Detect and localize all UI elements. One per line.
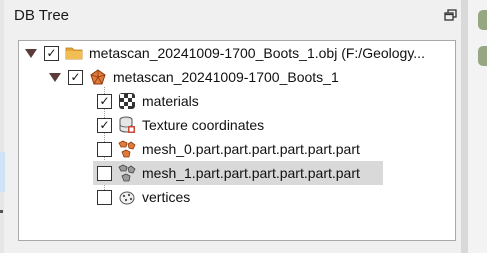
vertices-icon	[118, 188, 136, 206]
tree-item-label: vertices	[142, 189, 191, 205]
tree-item-mesh-0[interactable]: mesh_0.part.part.part.part.part.part	[97, 137, 360, 161]
sub-mesh-icon	[118, 140, 136, 158]
left-panel-selection	[0, 152, 5, 192]
visibility-checkbox[interactable]: ✓	[68, 69, 83, 85]
tree-item-materials[interactable]: ✓ materials	[97, 89, 199, 113]
tree-item-label: metascan_20241009-1700_Boots_1.obj (F:/G…	[89, 45, 425, 61]
tree-item-mesh-group[interactable]: ✓ metascan_20241009-1700_Boots_1	[49, 65, 339, 89]
left-panel-edge	[0, 0, 4, 253]
tree-item-mesh-1[interactable]: mesh_1.part.part.part.part.part.part	[93, 161, 383, 185]
right-panel-widget[interactable]	[478, 10, 487, 30]
expand-arrow-icon[interactable]	[25, 48, 37, 58]
tree-item-texture-coordinates[interactable]: ✓ Texture coordinates	[97, 113, 264, 137]
visibility-checkbox[interactable]	[97, 165, 112, 181]
texture-coordinates-icon	[118, 116, 136, 134]
visibility-checkbox[interactable]: ✓	[97, 117, 112, 133]
visibility-checkbox[interactable]	[97, 189, 112, 205]
visibility-checkbox[interactable]: ✓	[97, 93, 112, 109]
left-panel-marker	[0, 210, 3, 213]
tree-item-label: metascan_20241009-1700_Boots_1	[113, 69, 339, 85]
right-panel-widget[interactable]	[478, 46, 487, 66]
mesh-icon	[89, 68, 107, 86]
sub-mesh-icon	[118, 164, 136, 182]
panel-title-bar[interactable]: DB Tree	[5, 0, 460, 34]
db-tree-view[interactable]: ✓ metascan_20241009-1700_Boots_1.obj (F:…	[18, 40, 456, 241]
undock-icon[interactable]	[444, 9, 457, 22]
visibility-checkbox[interactable]: ✓	[44, 45, 59, 61]
folder-icon	[65, 44, 83, 62]
tree-item-vertices[interactable]: vertices	[97, 185, 190, 209]
tree-item-obj-file[interactable]: ✓ metascan_20241009-1700_Boots_1.obj (F:…	[25, 41, 425, 65]
expand-arrow-icon[interactable]	[49, 72, 61, 82]
right-panel-edge	[468, 0, 487, 253]
tree-item-label: materials	[142, 93, 199, 109]
tree-item-label: mesh_0.part.part.part.part.part.part	[142, 141, 360, 157]
materials-icon	[118, 92, 136, 110]
visibility-checkbox[interactable]	[97, 141, 112, 157]
tree-item-label: Texture coordinates	[142, 117, 265, 133]
panel-title: DB Tree	[14, 7, 70, 24]
panel-splitter[interactable]	[461, 0, 468, 253]
tree-item-label: mesh_1.part.part.part.part.part.part	[142, 165, 360, 181]
